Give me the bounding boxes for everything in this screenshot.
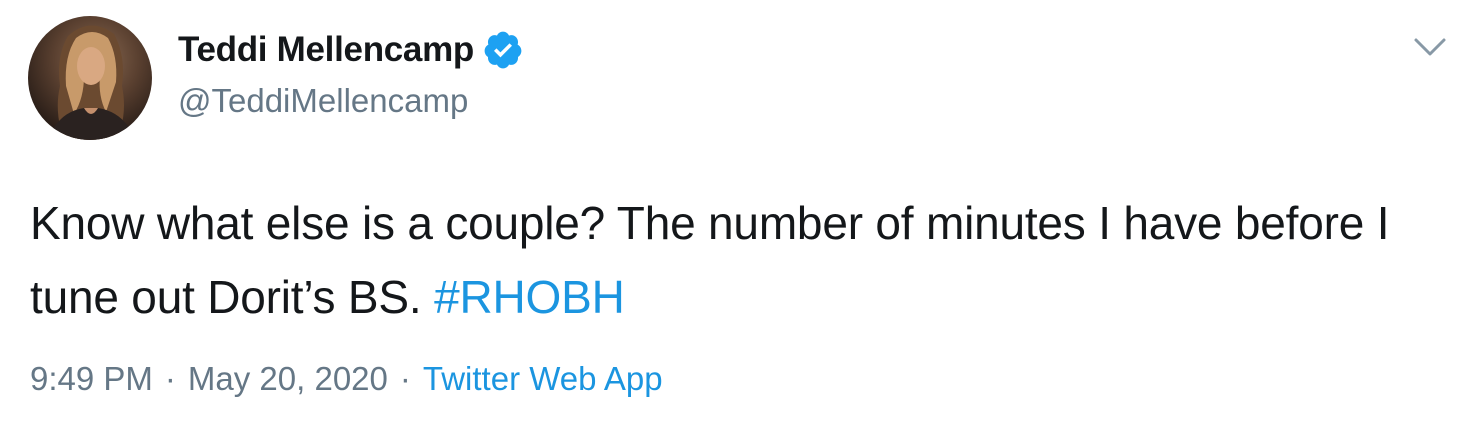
tweet-metadata: 9:49 PM · May 20, 2020 · Twitter Web App [30, 360, 663, 398]
author-handle[interactable]: @TeddiMellencamp [178, 82, 468, 120]
chevron-down-icon[interactable] [1410, 32, 1450, 62]
tweet-date[interactable]: May 20, 2020 [188, 360, 388, 398]
tweet-card: Teddi Mellencamp @TeddiMellencamp Know w… [0, 0, 1478, 426]
meta-separator: · [399, 360, 411, 397]
tweet-text-main: Know what else is a couple? The number o… [30, 197, 1390, 323]
tweet-source-link[interactable]: Twitter Web App [423, 360, 663, 398]
author-display-name[interactable]: Teddi Mellencamp [178, 30, 474, 70]
avatar[interactable] [28, 16, 152, 140]
verified-badge-icon [482, 29, 524, 71]
avatar-photo [48, 25, 136, 140]
hashtag-link[interactable]: #RHOBH [434, 271, 625, 323]
author-name-row: Teddi Mellencamp [178, 28, 524, 72]
tweet-text: Know what else is a couple? The number o… [30, 186, 1450, 334]
tweet-time[interactable]: 9:49 PM [30, 360, 153, 398]
meta-separator: · [164, 360, 176, 397]
